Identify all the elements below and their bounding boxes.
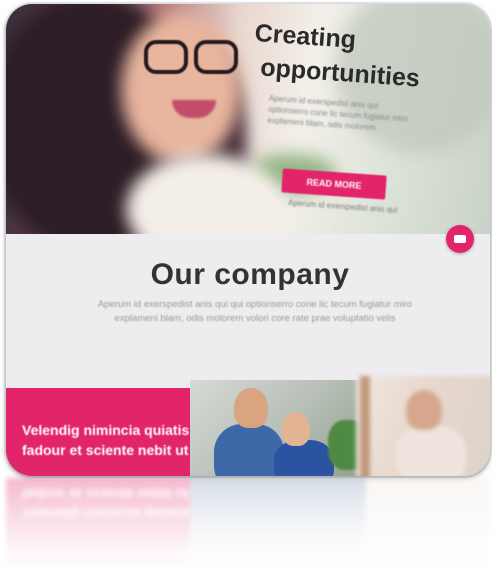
company-description: Aperum id exerspedist anis qui qui optio… [97, 299, 413, 324]
feature-tile-text: Velendig nimincia quiatis fadour et scie… [22, 422, 190, 458]
person-body [396, 426, 466, 476]
person-head [406, 390, 442, 430]
hero-title: Creating opportunities [251, 16, 455, 98]
chat-icon [454, 235, 466, 243]
glasses-left-lens [144, 40, 188, 74]
reflection-fade [0, 478, 492, 583]
hero-section: Creating opportunities Aperum id exerspe… [6, 4, 490, 244]
office-photo[interactable] [356, 376, 490, 476]
woman-head [282, 412, 310, 446]
feature-row: Velendig nimincia quiatis fadour et scie… [6, 376, 490, 476]
man-head [234, 388, 268, 428]
read-more-button[interactable]: READ MORE [281, 168, 387, 200]
hero-woman-face [121, 14, 241, 164]
company-title: Our company [150, 258, 350, 291]
chat-button[interactable] [446, 225, 474, 253]
feature-tile-pink[interactable]: Velendig nimincia quiatis fadour et scie… [6, 388, 194, 476]
woman-body [274, 440, 334, 476]
door-frame [360, 376, 370, 476]
scene: Creating opportunities Aperum id exerspe… [0, 0, 492, 583]
website-card: Creating opportunities Aperum id exerspe… [6, 4, 490, 476]
glasses-right-lens [194, 40, 238, 74]
team-photo[interactable] [190, 380, 366, 476]
hero-caption: Aperum id exerspedist anis qui [287, 198, 398, 215]
